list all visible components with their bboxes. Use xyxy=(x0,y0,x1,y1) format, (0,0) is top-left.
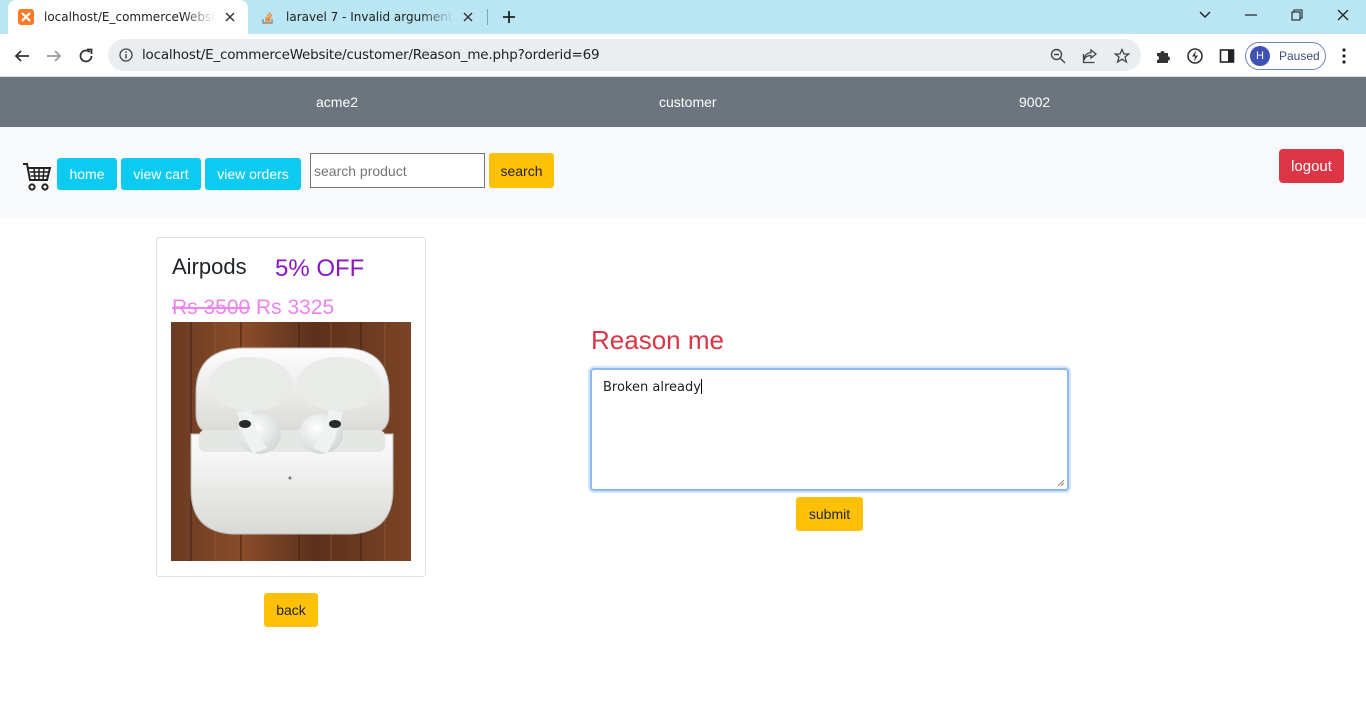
tab-active[interactable]: localhost/E_commerceWebsite/customer/Rea… xyxy=(8,0,248,34)
view-cart-button[interactable]: view cart xyxy=(121,158,201,190)
share-icon[interactable] xyxy=(1081,47,1099,65)
search-input[interactable]: search product xyxy=(310,153,485,188)
site-info-icon[interactable] xyxy=(118,47,134,63)
product-card: Airpods 5% OFF Rs 3500 Rs 3325 xyxy=(156,237,426,577)
back-arrow-icon[interactable] xyxy=(8,42,36,70)
tab-strip: localhost/E_commerceWebsite/customer/Rea… xyxy=(0,0,1366,34)
side-panel-icon[interactable] xyxy=(1217,46,1237,66)
minimize-icon[interactable] xyxy=(1228,0,1274,30)
tab-title: laravel 7 - Invalid argument supplied fo… xyxy=(286,10,454,24)
bookmark-star-icon[interactable] xyxy=(1113,47,1131,65)
close-window-icon[interactable] xyxy=(1320,0,1366,30)
forward-arrow-icon[interactable] xyxy=(40,42,68,70)
view-orders-button[interactable]: view orders xyxy=(205,158,301,190)
profile-button[interactable]: H Paused xyxy=(1245,42,1326,70)
user-role: customer xyxy=(659,94,717,110)
original-price: Rs 3500 xyxy=(172,296,251,319)
resize-handle-icon[interactable] xyxy=(1057,479,1065,487)
tab-inactive[interactable]: laravel 7 - Invalid argument supplied fo… xyxy=(250,0,486,34)
tab-title: localhost/E_commerceWebsite/customer/Rea… xyxy=(44,10,216,24)
home-button[interactable]: home xyxy=(57,158,117,190)
submit-button[interactable]: submit xyxy=(796,497,863,531)
shopping-cart-icon xyxy=(22,161,52,191)
restore-icon[interactable] xyxy=(1274,0,1320,30)
stackoverflow-icon xyxy=(260,9,276,25)
extensions-puzzle-icon[interactable] xyxy=(1153,46,1173,66)
tab-search-icon[interactable] xyxy=(1182,0,1228,30)
reload-icon[interactable] xyxy=(72,42,100,70)
search-button[interactable]: search xyxy=(489,153,554,188)
close-tab-icon[interactable] xyxy=(460,9,476,25)
shop-name: acme2 xyxy=(316,94,359,110)
user-info-bar: acme2 customer 9002 xyxy=(0,77,1366,127)
browser-menu-icon[interactable] xyxy=(1336,46,1352,66)
profile-status: Paused xyxy=(1279,49,1320,63)
browser-toolbar: localhost/E_commerceWebsite/customer/Rea… xyxy=(0,34,1366,77)
close-tab-icon[interactable] xyxy=(222,9,238,25)
tab-separator xyxy=(487,9,488,25)
user-id: 9002 xyxy=(1019,94,1051,110)
site-navbar: home view cart view orders search produc… xyxy=(0,127,1366,218)
extension-lightning-icon[interactable] xyxy=(1185,46,1205,66)
product-name: Airpods xyxy=(172,254,247,279)
text-caret xyxy=(700,379,702,394)
xampp-icon xyxy=(18,9,34,25)
back-button[interactable]: back xyxy=(264,593,318,627)
zoom-icon[interactable] xyxy=(1049,47,1067,65)
address-bar[interactable]: localhost/E_commerceWebsite/customer/Rea… xyxy=(108,39,1141,71)
reason-textarea[interactable]: Broken already xyxy=(590,368,1069,491)
new-tab-icon[interactable] xyxy=(498,6,520,28)
avatar: H xyxy=(1250,46,1270,66)
discount-badge: 5% OFF xyxy=(275,255,365,282)
product-image xyxy=(171,322,411,561)
reason-text: Broken already xyxy=(603,380,701,395)
url-text: localhost/E_commerceWebsite/customer/Rea… xyxy=(142,47,600,63)
logout-button[interactable]: logout xyxy=(1279,149,1344,183)
discounted-price: Rs 3325 xyxy=(256,296,335,319)
reason-heading: Reason me xyxy=(591,325,724,355)
